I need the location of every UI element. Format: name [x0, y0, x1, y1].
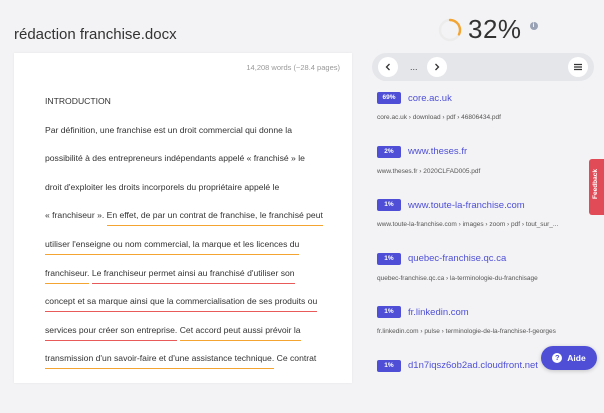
- source-path: www.toute-la-franchise.com › images › zo…: [377, 221, 592, 228]
- word-count: 14,208 words (~28.4 pages): [246, 63, 340, 72]
- source-link[interactable]: fr.linkedin.com: [408, 307, 469, 318]
- highlighted-text[interactable]: utiliser l'enseigne ou nom commercial, l…: [45, 239, 299, 255]
- similarity-score: 32% i: [438, 14, 538, 45]
- document-body[interactable]: INTRODUCTION Par définition, une franchis…: [45, 96, 335, 382]
- chevron-right-icon: [433, 63, 441, 71]
- help-button[interactable]: ? Aide: [541, 346, 597, 370]
- source-item[interactable]: 1% quebec-franchise.qc.ca quebec-franchise…: [377, 253, 592, 307]
- next-button[interactable]: [427, 57, 447, 77]
- help-label: Aide: [567, 353, 585, 363]
- match-percent-badge: 69%: [377, 92, 401, 104]
- match-percent-badge: 1%: [377, 360, 401, 372]
- hamburger-menu-icon: [573, 63, 583, 71]
- highlighted-text[interactable]: franchiseur.: [45, 268, 89, 284]
- text-segment: INTRODUCTION: [45, 96, 111, 106]
- highlighted-text[interactable]: Le franchiseur permet ainsi au franchisé…: [92, 268, 295, 284]
- highlighted-text[interactable]: transmission d'un savoir-faire et d'une …: [45, 353, 274, 369]
- score-value: 32%: [468, 14, 522, 45]
- document-line: INTRODUCTION: [45, 96, 335, 125]
- match-percent-badge: 2%: [377, 146, 401, 158]
- source-navigation: ...: [372, 53, 594, 81]
- document-line: droit d'exploiter les droits incorporels…: [45, 182, 335, 211]
- document-line: « franchiseur ». En effet, de par un con…: [45, 210, 335, 239]
- source-link[interactable]: www.theses.fr: [408, 146, 467, 157]
- text-segment: Par définition, une franchise est un dro…: [45, 125, 292, 135]
- source-item[interactable]: 2% www.theses.fr www.theses.fr › 2020CLFAD…: [377, 146, 592, 200]
- source-link[interactable]: www.toute-la-franchise.com: [408, 200, 525, 211]
- source-path: www.theses.fr › 2020CLFAD005.pdf: [377, 168, 592, 175]
- document-line: possibilité à des entrepreneurs indépend…: [45, 153, 335, 182]
- previous-button[interactable]: [378, 57, 398, 77]
- text-segment: possibilité à des entrepreneurs indépend…: [45, 153, 305, 163]
- source-link[interactable]: core.ac.uk: [408, 93, 452, 104]
- feedback-tab[interactable]: Feedback: [589, 159, 604, 215]
- feedback-label: Feedback: [592, 169, 599, 199]
- document-line: franchiseur. Le franchiseur permet ainsi…: [45, 268, 335, 297]
- match-percent-badge: 1%: [377, 199, 401, 211]
- source-path: core.ac.uk › download › pdf › 46806434.p…: [377, 114, 592, 121]
- document-page: 14,208 words (~28.4 pages) INTRODUCTION P…: [14, 53, 352, 383]
- document-line: utiliser l'enseigne ou nom commercial, l…: [45, 239, 335, 268]
- highlighted-text[interactable]: services pour créer son entreprise.: [45, 325, 177, 341]
- document-line: transmission d'un savoir-faire et d'une …: [45, 353, 335, 382]
- source-item[interactable]: 69% core.ac.uk core.ac.uk › download › pdf…: [377, 92, 592, 146]
- highlighted-text[interactable]: Cet accord peut aussi prévoir la: [180, 325, 301, 341]
- help-icon: ?: [552, 353, 562, 363]
- score-gauge-icon: [438, 18, 462, 42]
- document-line: services pour créer son entreprise. Cet …: [45, 325, 335, 354]
- source-item[interactable]: 1% www.toute-la-franchise.com www.toute-la…: [377, 199, 592, 253]
- document-line: concept et sa marque ainsi que la commer…: [45, 296, 335, 325]
- chevron-left-icon: [384, 63, 392, 71]
- document-line: Par définition, une franchise est un dro…: [45, 125, 335, 154]
- source-pager: ...: [410, 62, 418, 72]
- info-icon[interactable]: i: [530, 22, 538, 30]
- text-segment: « franchiseur ».: [45, 210, 107, 220]
- text-segment: droit d'exploiter les droits incorporels…: [45, 182, 279, 192]
- text-segment: Ce contrat: [274, 353, 316, 363]
- source-path: fr.linkedin.com › pulse › terminologie-d…: [377, 328, 592, 335]
- match-percent-badge: 1%: [377, 306, 401, 318]
- source-link[interactable]: quebec-franchise.qc.ca: [408, 253, 506, 264]
- highlighted-text[interactable]: concept et sa marque ainsi que la commer…: [45, 296, 317, 312]
- document-title: rédaction franchise.docx: [14, 26, 177, 43]
- menu-button[interactable]: [568, 57, 588, 77]
- source-link[interactable]: d1n7iqsz6ob2ad.cloudfront.net: [408, 360, 538, 371]
- source-path: quebec-franchise.qc.ca › la-terminologie…: [377, 275, 592, 282]
- highlighted-text[interactable]: En effet, de par un contrat de franchise…: [107, 210, 323, 226]
- match-percent-badge: 1%: [377, 253, 401, 265]
